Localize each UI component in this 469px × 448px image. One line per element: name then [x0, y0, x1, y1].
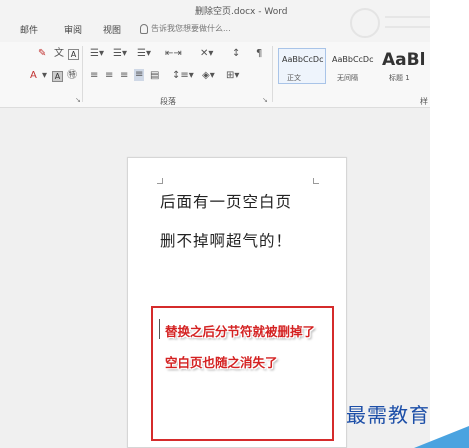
text-highlight-icon[interactable]: ✎ — [38, 48, 46, 60]
styles-group-label: 样 — [420, 97, 428, 106]
phonetic-guide-icon[interactable]: 文 — [54, 48, 64, 60]
distributed-icon[interactable]: ▤ — [150, 70, 159, 82]
paragraph-group-label: 段落 — [160, 97, 176, 106]
lightbulb-icon — [140, 23, 148, 34]
style-name: 标题 1 — [389, 74, 410, 82]
margin-corner-mark — [157, 178, 163, 184]
character-border-icon[interactable]: A — [68, 49, 79, 60]
chinese-layout-icon[interactable]: ✕▾ — [200, 48, 213, 60]
justify-icon[interactable]: ≡ — [134, 69, 145, 81]
align-left-icon[interactable]: ≡ — [90, 70, 98, 82]
tab-view[interactable]: 视图 — [103, 23, 121, 36]
numbering-icon[interactable]: ☰▾ — [113, 48, 127, 60]
annotation-text: 替换之后分节符就被删掉了 — [165, 324, 316, 339]
enclose-character-icon[interactable]: ㊕ — [67, 70, 77, 82]
title-bar: 删除空页.docx - Word 邮件 审阅 视图 告诉我您想要做什么... — [0, 0, 430, 42]
annotation-text: 空白页也随之消失了 — [165, 355, 278, 370]
align-center-icon[interactable]: ≡ — [105, 70, 113, 82]
font-dialog-launcher-icon[interactable]: ↘ — [75, 96, 81, 104]
decorative-line — [385, 16, 430, 18]
line-spacing-icon[interactable]: ↕≡▾ — [172, 70, 194, 82]
watermark-logo: 最需教育 — [346, 403, 430, 427]
character-shading-icon[interactable]: A — [52, 71, 63, 82]
margin-corner-mark — [313, 178, 319, 184]
sort-icon[interactable]: ↕ — [232, 48, 240, 60]
document-line[interactable]: 后面有一页空白页 — [160, 190, 292, 212]
document-line[interactable]: 删不掉啊超气的！ — [160, 229, 292, 251]
style-sample: AaBl — [382, 50, 426, 70]
style-normal[interactable]: AaBbCcDc 正文 — [278, 48, 326, 84]
multilevel-list-icon[interactable]: ☰▾ — [137, 48, 151, 60]
borders-icon[interactable]: ⊞▾ — [226, 70, 239, 82]
style-heading-1[interactable]: AaBl 标题 1 — [378, 48, 428, 84]
group-separator — [272, 46, 273, 102]
group-separator — [82, 46, 83, 102]
style-no-spacing[interactable]: AaBbCcDc 无间隔 — [328, 48, 376, 84]
font-color-icon[interactable]: A — [30, 70, 37, 82]
window-title: 删除空页.docx - Word — [195, 7, 288, 17]
style-name: 正文 — [287, 74, 301, 82]
dropdown-arrow-icon[interactable]: ▾ — [42, 70, 47, 82]
shading-icon[interactable]: ◈▾ — [202, 70, 215, 82]
style-sample: AaBbCcDc — [332, 55, 374, 64]
align-right-icon[interactable]: ≡ — [120, 70, 128, 82]
paragraph-dialog-launcher-icon[interactable]: ↘ — [262, 96, 268, 104]
indent-icon[interactable]: ⇤⇥ — [165, 48, 182, 60]
watermark-triangle — [414, 426, 469, 448]
tab-mailings[interactable]: 邮件 — [20, 23, 38, 36]
ribbon: ✎ 文 A A ▾ A ㊕ ☰▾ ☰▾ ☰▾ ⇤⇥ ✕▾ ↕ ¶ ≡ ≡ ≡ ≡… — [0, 42, 430, 108]
bullets-icon[interactable]: ☰▾ — [90, 48, 104, 60]
tell-me-box[interactable]: 告诉我您想要做什么... — [140, 23, 231, 34]
decorative-line — [385, 26, 430, 28]
text-cursor — [159, 319, 160, 339]
show-marks-icon[interactable]: ¶ — [256, 48, 262, 60]
tab-review[interactable]: 审阅 — [64, 23, 82, 36]
decorative-circle-icon — [350, 8, 380, 38]
style-name: 无间隔 — [337, 74, 358, 82]
tell-me-placeholder: 告诉我您想要做什么... — [151, 24, 231, 33]
style-sample: AaBbCcDc — [282, 55, 324, 64]
